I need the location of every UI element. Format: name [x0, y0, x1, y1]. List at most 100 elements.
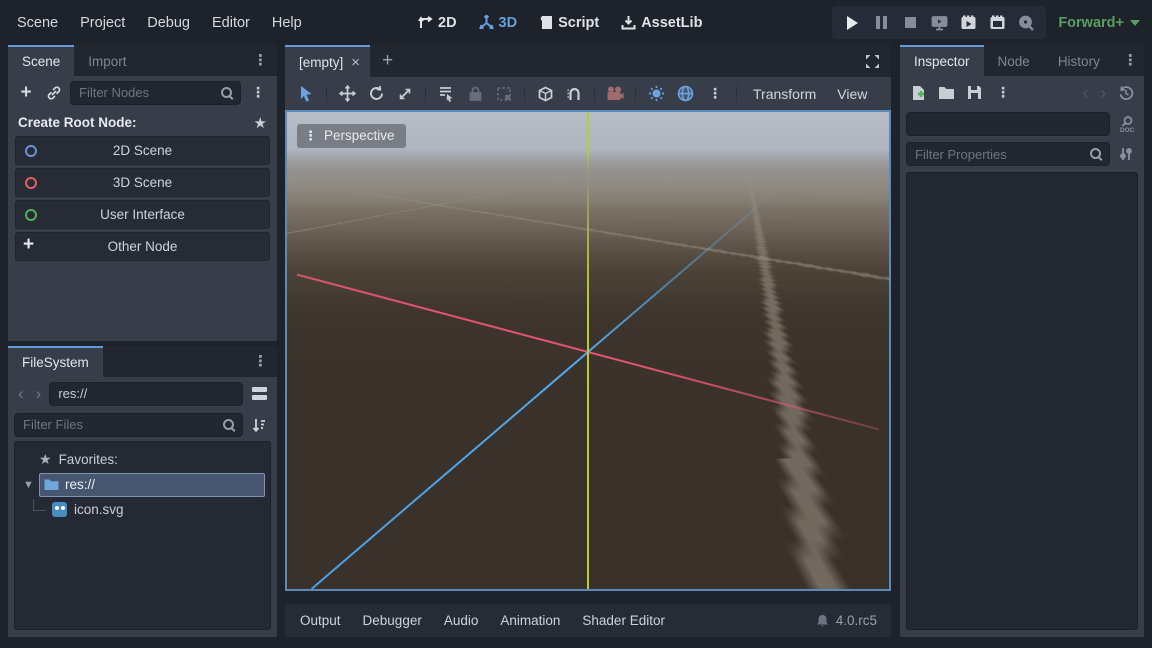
filter-nodes-input[interactable] — [70, 81, 241, 105]
file-row-icon-svg[interactable]: icon.svg — [15, 497, 270, 522]
scene-extra-menu-button[interactable]: ⋮ — [245, 84, 271, 101]
new-resource-button[interactable] — [906, 81, 930, 105]
filter-properties-input[interactable] — [906, 142, 1110, 166]
remote-debug-button[interactable] — [926, 10, 952, 36]
plus-icon: + — [23, 235, 34, 254]
create-other-node-button[interactable]: + Other Node — [15, 232, 270, 261]
resource-name-field[interactable] — [906, 112, 1110, 136]
tab-node[interactable]: Node — [984, 45, 1044, 76]
scale-icon — [397, 86, 413, 102]
bottom-tab-shader-editor[interactable]: Shader Editor — [571, 613, 676, 628]
perspective-menu[interactable]: ⋮ Perspective — [297, 124, 406, 148]
user-interface-label: User Interface — [16, 207, 269, 222]
switch-assetlib-button[interactable]: AssetLib — [613, 0, 710, 45]
add-node-button[interactable]: + — [14, 81, 38, 105]
sun-env-settings-button[interactable]: ⋮ — [702, 85, 728, 102]
property-tools-button[interactable] — [1114, 142, 1138, 166]
nav-forward-button[interactable]: › — [32, 385, 46, 402]
create-user-interface-button[interactable]: User Interface — [15, 200, 270, 229]
movie-maker-button[interactable] — [1013, 10, 1039, 36]
scene-tab-empty[interactable]: [empty] × — [285, 45, 370, 77]
load-resource-button[interactable] — [934, 81, 958, 105]
notification-bell-icon[interactable] — [816, 614, 829, 628]
lock-selected-button[interactable] — [463, 82, 487, 106]
bottom-tab-output[interactable]: Output — [289, 613, 352, 628]
view-menu[interactable]: View — [829, 86, 875, 102]
snap-magnet-icon — [566, 86, 583, 102]
tab-scene[interactable]: Scene — [8, 45, 74, 76]
inspector-toolbar: ⋮ ‹ › — [900, 76, 1144, 109]
spatial-toolbar: ⋮ Transform View — [285, 77, 891, 110]
menu-help[interactable]: Help — [261, 0, 313, 45]
search-icon — [1089, 147, 1103, 161]
scale-mode-button[interactable] — [393, 82, 417, 106]
pause-button[interactable] — [868, 10, 894, 36]
transform-menu[interactable]: Transform — [745, 86, 824, 102]
switch-2d-button[interactable]: 2D — [410, 0, 465, 45]
tab-history[interactable]: History — [1044, 45, 1114, 76]
create-3d-scene-button[interactable]: 3D Scene — [15, 168, 270, 197]
nav-back-button[interactable]: ‹ — [14, 385, 28, 402]
tab-import[interactable]: Import — [74, 45, 140, 76]
res-root-row[interactable]: ▼ res:// — [15, 472, 270, 497]
history-clock-icon — [1118, 85, 1134, 101]
bottom-tab-debugger[interactable]: Debugger — [352, 613, 433, 628]
camera-preview-button[interactable] — [603, 82, 627, 106]
menu-debug[interactable]: Debug — [136, 0, 201, 45]
drag-dots-icon: ⋮ — [304, 130, 317, 142]
filesystem-menu-button[interactable]: ⋮ — [244, 354, 277, 369]
save-resource-button[interactable] — [962, 81, 986, 105]
snap-object-button[interactable] — [533, 82, 557, 106]
move-mode-button[interactable] — [335, 82, 359, 106]
renderer-selector[interactable]: Forward+ — [1058, 0, 1140, 45]
bottom-tab-audio[interactable]: Audio — [433, 613, 490, 628]
tune-sliders-icon — [1118, 146, 1134, 162]
bottom-tab-animation[interactable]: Animation — [489, 613, 571, 628]
use-snap-button[interactable] — [562, 82, 586, 106]
group-icon — [496, 86, 512, 102]
history-forward-button[interactable]: › — [1096, 84, 1110, 101]
add-scene-tab-button[interactable]: + — [370, 45, 405, 77]
select-mode-button[interactable] — [294, 82, 318, 106]
list-select-button[interactable] — [434, 82, 458, 106]
play-button[interactable] — [839, 10, 865, 36]
chevron-down-icon — [1130, 20, 1140, 26]
object-history-button[interactable] — [1114, 81, 1138, 105]
3d-icon — [479, 15, 494, 30]
filter-files-input[interactable] — [14, 413, 243, 437]
3d-viewport[interactable]: ⋮ Perspective — [285, 110, 891, 591]
group-selected-button[interactable] — [492, 82, 516, 106]
mesh-cube-icon — [537, 86, 554, 102]
stop-button[interactable] — [897, 10, 923, 36]
search-icon — [220, 86, 234, 100]
expand-viewport-button[interactable] — [854, 45, 891, 77]
toggle-split-mode-button[interactable] — [247, 382, 271, 406]
inspector-menu-button[interactable]: ⋮ — [1114, 53, 1147, 68]
script-label: Script — [558, 15, 599, 31]
resource-extra-menu-button[interactable]: ⋮ — [990, 84, 1016, 101]
menu-project[interactable]: Project — [69, 0, 136, 45]
instance-scene-button[interactable] — [42, 81, 66, 105]
scene-panel-menu-button[interactable]: ⋮ — [244, 53, 277, 68]
play-custom-scene-button[interactable] — [984, 10, 1010, 36]
open-docs-button[interactable]: DOC — [1114, 112, 1138, 136]
chevron-down-icon[interactable]: ▼ — [23, 479, 34, 491]
toggle-environment-button[interactable] — [673, 82, 697, 106]
close-icon[interactable]: × — [351, 54, 360, 71]
menu-scene[interactable]: Scene — [6, 0, 69, 45]
favorites-row[interactable]: ★ Favorites: — [15, 447, 270, 472]
toggle-sun-button[interactable] — [644, 82, 668, 106]
history-back-button[interactable]: ‹ — [1079, 84, 1093, 101]
favorites-star-icon[interactable]: ★ — [254, 114, 267, 132]
menu-editor[interactable]: Editor — [201, 0, 261, 45]
create-2d-scene-button[interactable]: 2D Scene — [15, 136, 270, 165]
switch-script-button[interactable]: Script — [531, 0, 607, 45]
filter-properties-wrap — [906, 142, 1110, 166]
sort-files-button[interactable] — [247, 413, 271, 437]
path-bar[interactable] — [49, 382, 243, 406]
switch-3d-button[interactable]: 3D — [471, 0, 526, 45]
tab-inspector[interactable]: Inspector — [900, 45, 984, 76]
rotate-mode-button[interactable] — [364, 82, 388, 106]
tab-filesystem[interactable]: FileSystem — [8, 346, 103, 377]
play-scene-button[interactable] — [955, 10, 981, 36]
